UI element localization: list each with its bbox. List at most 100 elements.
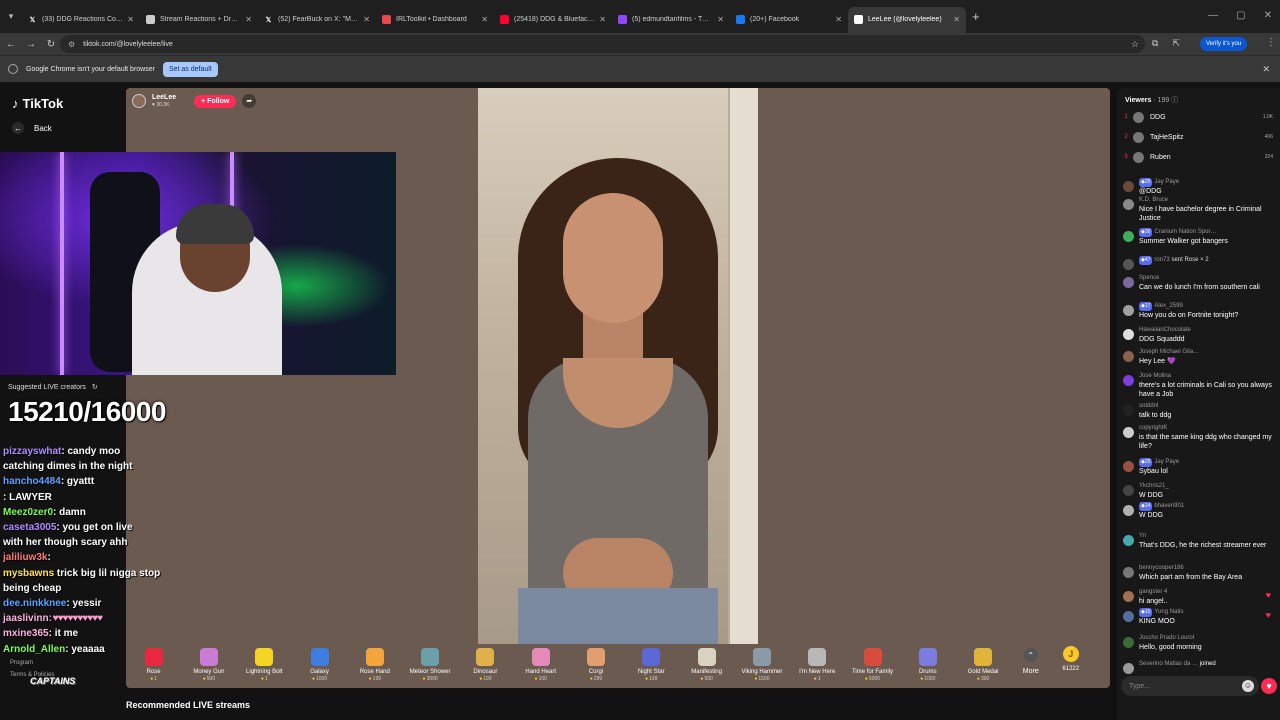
chat-message[interactable]: Ykchris21_ W DDG xyxy=(1123,482,1273,500)
reload-icon[interactable]: ↻ xyxy=(42,39,60,50)
chat-text: Can we do lunch I'm from southern cali xyxy=(1139,284,1260,291)
host-avatar[interactable] xyxy=(132,94,146,108)
forward-arrow-icon[interactable]: → xyxy=(22,39,40,50)
tab-close-icon[interactable]: ✕ xyxy=(835,15,842,24)
tab-close-icon[interactable]: ✕ xyxy=(599,15,606,24)
overlay-chat-text: : damn xyxy=(53,506,86,518)
cast-icon[interactable]: ⇱ xyxy=(1172,38,1180,49)
chat-message[interactable]: Jose Molina there's a lot criminals in Ca… xyxy=(1123,372,1273,399)
gift-item[interactable]: Money Gun500 xyxy=(181,644,236,682)
gift-item[interactable]: Manifesting500 xyxy=(679,644,734,682)
browser-tab[interactable]: 𝕏 (52) FearBuck on X: "Marlon wa… ✕ xyxy=(258,7,376,33)
browser-tab[interactable]: LeeLee (@lovelyleelee) ✕ xyxy=(848,6,966,33)
chat-text: Which part am from the Bay Area xyxy=(1139,574,1243,581)
chat-message[interactable]: ◆30 Cranium Nation Spor… Summer Walker got… xyxy=(1123,228,1273,246)
chat-username: Spence xyxy=(1139,274,1273,283)
chat-message[interactable]: sotddnl talk to ddg xyxy=(1123,402,1273,420)
maximize-icon[interactable]: ▢ xyxy=(1236,10,1245,21)
gift-item[interactable]: Lightning Bolt1 xyxy=(237,644,292,682)
gift-item[interactable]: Galaxy1000 xyxy=(292,644,347,682)
browser-tab[interactable]: Stream Reactions + Drama | Co… ✕ xyxy=(140,7,258,33)
share-icon[interactable]: ➦ xyxy=(242,94,257,108)
tab-close-icon[interactable]: ✕ xyxy=(363,15,370,24)
gift-item[interactable]: Gold Medal300 xyxy=(955,644,1010,682)
gift-item[interactable]: Time for Family5000 xyxy=(845,644,900,682)
tab-close-icon[interactable]: ✕ xyxy=(717,15,724,24)
back-button[interactable]: ← Back xyxy=(12,122,52,134)
follow-button[interactable]: + Follow xyxy=(194,94,237,108)
tab-close-icon[interactable]: ✕ xyxy=(245,15,252,24)
like-heart-button[interactable]: ♥ xyxy=(1261,678,1277,694)
tab-close-icon[interactable]: ✕ xyxy=(127,15,134,24)
gift-item[interactable]: Corgi299 xyxy=(568,644,623,682)
gift-item[interactable]: Dinosaur199 xyxy=(458,644,513,682)
browser-tab[interactable]: (25418) DDG & Blueface - Hab… ✕ xyxy=(494,7,612,33)
top-viewer-row[interactable]: 2 TajHeSpitz 406 xyxy=(1121,128,1273,146)
chat-message[interactable]: ◆14 bhaven901 W DDG xyxy=(1123,502,1273,520)
gift-name: Dinosaur xyxy=(473,669,498,675)
chat-message[interactable]: ◆17 Alex_2599 How you do on Fortnite tonig… xyxy=(1123,302,1273,320)
chat-message[interactable]: Yn That's DDG, he the richest streamer ev… xyxy=(1123,532,1273,550)
chat-message[interactable]: Spence Can we do lunch I'm from southern … xyxy=(1123,274,1273,292)
bookmark-star-icon[interactable]: ☆ xyxy=(1131,39,1139,50)
gift-item[interactable]: Rose Hand199 xyxy=(347,644,402,682)
verify-label: Verify it's you xyxy=(1206,41,1242,47)
gift-item[interactable]: I'm New Here1 xyxy=(790,644,845,682)
chat-input[interactable]: Type... ☺ xyxy=(1121,676,1259,696)
emoji-icon[interactable]: ☺ xyxy=(1242,680,1254,692)
tiktok-logo[interactable]: ♪ TikTok xyxy=(12,96,63,111)
infobar-close-icon[interactable]: ✕ xyxy=(1262,64,1270,75)
extensions-icon[interactable]: ⧉ xyxy=(1152,38,1158,49)
viewer-rank: 3 xyxy=(1124,154,1128,160)
chat-username-text: gangster 4 xyxy=(1139,589,1168,595)
gift-item[interactable]: Meteor Shower3000 xyxy=(402,644,457,682)
chat-message[interactable]: ◆25 Jay Paye @DDG xyxy=(1123,178,1273,196)
chat-message[interactable]: ◆47 ron73 sent Rose × 2 xyxy=(1123,256,1273,270)
chat-message[interactable]: Joscho Prado Lourol Hello, good morning xyxy=(1123,634,1273,652)
url-field[interactable]: ⚙ tiktok.com/@lovelyleelee/live ☆ xyxy=(60,35,1145,53)
chat-message[interactable]: Severino Matias da … joined xyxy=(1123,660,1273,674)
gift-item[interactable]: Night Star199 xyxy=(624,644,679,682)
live-video[interactable] xyxy=(478,88,758,644)
chat-body: ◆47 ron73 sent Rose × 2 xyxy=(1139,256,1273,270)
tab-close-icon[interactable]: ✕ xyxy=(481,15,488,24)
gift-item[interactable]: Rose1 xyxy=(126,644,181,682)
refresh-icon[interactable]: ↻ xyxy=(92,383,98,391)
tab-search-icon[interactable]: ▾ xyxy=(0,0,22,33)
gift-item[interactable]: Viking Hammer1500 xyxy=(734,644,789,682)
coin-balance[interactable]: J 61222 xyxy=(1051,644,1091,672)
chat-message[interactable]: gangster 4 hi angel.. ♥ xyxy=(1123,588,1273,606)
chrome-menu-icon[interactable]: ⋮ xyxy=(1266,37,1276,48)
browser-tab[interactable]: IRLToolkit • Dashboard ✕ xyxy=(376,7,494,33)
gift-item[interactable]: Hand Heart100 xyxy=(513,644,568,682)
new-tab-button[interactable]: + xyxy=(972,9,980,24)
chat-event-text: sent Rose × 2 xyxy=(1171,257,1209,263)
viewers-header[interactable]: Viewers · 199 ⓘ xyxy=(1125,95,1178,105)
chat-message[interactable]: copyrightK is that the same king ddg who … xyxy=(1123,424,1273,451)
set-default-button[interactable]: Set as default xyxy=(162,61,218,77)
chat-message[interactable]: bennycooper186 Which part am from the Bay… xyxy=(1123,564,1273,582)
chat-message[interactable]: Joseph Michael Gila… Hey Lee 💜 xyxy=(1123,348,1273,366)
top-viewer-row[interactable]: 3 Ruben 324 xyxy=(1121,148,1273,166)
browser-tab[interactable]: (5) edmundtanfilms - Twitch ✕ xyxy=(612,7,730,33)
more-gifts-button[interactable]: ⌃ More xyxy=(1011,644,1051,675)
tab-title: (25418) DDG & Blueface - Hab… xyxy=(514,16,595,23)
chat-body: ◆25 Jay Paye Sybau lol xyxy=(1139,458,1273,476)
chat-message[interactable]: HawaiianChocolate DDG Squaddd xyxy=(1123,326,1273,344)
back-arrow-icon[interactable]: ← xyxy=(2,39,20,50)
footer-program[interactable]: Program xyxy=(10,657,54,669)
chat-message[interactable]: ◆10 Yung Natis KING MOO ♥ xyxy=(1123,608,1273,626)
chat-avatar xyxy=(1123,405,1134,416)
gift-item[interactable]: Drums1000 xyxy=(900,644,955,682)
minimize-icon[interactable]: — xyxy=(1208,10,1218,21)
browser-tab[interactable]: 𝕏 (33) DDG Reactions Communi… ✕ xyxy=(22,7,140,33)
browser-tab[interactable]: (20+) Facebook ✕ xyxy=(730,7,848,33)
top-viewer-row[interactable]: 1 DDG 1.0K xyxy=(1121,108,1273,126)
chat-message[interactable]: ◆25 Jay Paye Sybau lol xyxy=(1123,458,1273,476)
host-name[interactable]: LeeLee xyxy=(152,94,176,102)
tab-close-icon[interactable]: ✕ xyxy=(953,15,960,24)
verify-profile-button[interactable]: Verify it's you xyxy=(1200,37,1248,51)
chat-message[interactable]: K.D. Bruce Nice I have bachelor degree in… xyxy=(1123,196,1273,223)
close-window-icon[interactable]: ✕ xyxy=(1264,10,1272,21)
site-info-icon[interactable]: ⚙ xyxy=(68,40,75,49)
